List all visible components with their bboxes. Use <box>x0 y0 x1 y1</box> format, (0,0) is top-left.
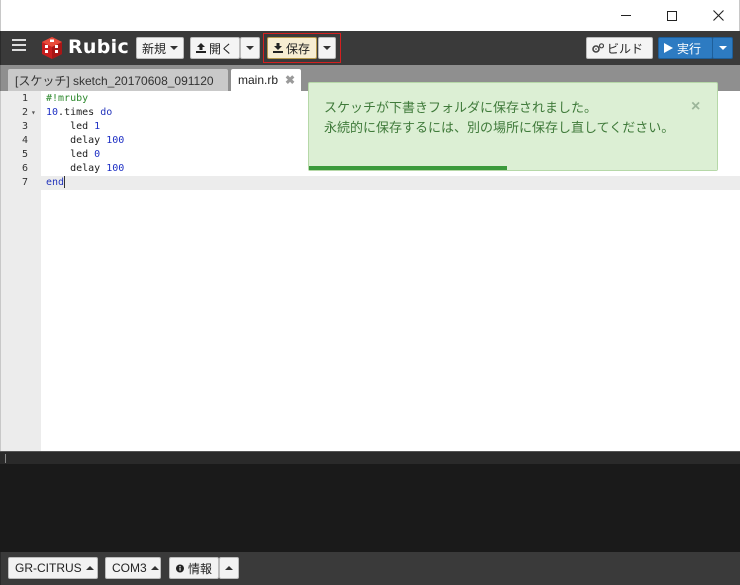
tab-label: main.rb <box>238 73 279 87</box>
chevron-up-icon <box>85 566 94 570</box>
open-dropdown-button[interactable] <box>240 37 260 59</box>
code-token: 100 <box>106 163 125 174</box>
close-notification-icon[interactable]: × <box>691 97 700 117</box>
line-number: 4 <box>21 135 28 146</box>
run-dropdown-button[interactable] <box>712 37 733 59</box>
code-token: 100 <box>106 135 125 146</box>
save-button[interactable]: 保存 <box>267 37 317 59</box>
tab-label: [スケッチ] sketch_20170608_091120 <box>15 73 214 88</box>
build-button-label: ビルド <box>607 41 644 56</box>
minimize-icon <box>621 15 631 16</box>
notification-line: 永続的に保存するには、別の場所に保存し直してください。 <box>324 120 675 135</box>
code-text: #!mruby <box>46 92 88 106</box>
code-token: led <box>46 149 95 160</box>
output-console[interactable] <box>0 464 740 552</box>
code-token: .times <box>58 107 101 118</box>
fold-toggle-icon[interactable]: ▾ <box>31 106 36 120</box>
code-token: do <box>100 107 113 118</box>
chevron-up-icon <box>150 566 159 570</box>
status-bar: GR-CITRUS COM3 情報 <box>0 552 740 585</box>
play-icon <box>664 43 673 53</box>
save-dropdown-button[interactable] <box>318 37 336 59</box>
close-tab-icon[interactable]: ✖ <box>285 73 295 87</box>
line-number: 2 <box>21 107 28 118</box>
app-logo-text: Rubic <box>68 36 130 58</box>
chevron-down-icon <box>170 46 179 50</box>
build-button[interactable]: ビルド <box>586 37 653 59</box>
close-window-button[interactable] <box>695 0 740 31</box>
line-number: 3 <box>21 121 28 132</box>
rubic-logo-icon <box>42 37 62 59</box>
code-text: delay 100 <box>46 162 124 176</box>
line-number: 6 <box>21 163 28 174</box>
line-number: 1 <box>21 93 28 104</box>
code-token: 0 <box>94 149 101 160</box>
notification-text: スケッチが下書きフォルダに保存されました。 永続的に保存するには、別の場所に保存… <box>324 98 684 138</box>
info-label: 情報 <box>187 561 212 576</box>
board-label: GR-CITRUS <box>15 561 82 575</box>
code-line-active: 7 end <box>1 176 740 190</box>
chevron-down-icon <box>323 46 331 50</box>
info-button[interactable]: 情報 <box>169 557 219 579</box>
port-label: COM3 <box>112 561 147 575</box>
code-token: led <box>46 121 95 132</box>
maximize-icon <box>667 10 677 21</box>
run-button-label: 実行 <box>677 41 702 56</box>
board-select-button[interactable]: GR-CITRUS <box>8 557 98 579</box>
maximize-button[interactable] <box>649 0 695 31</box>
save-notification: スケッチが下書きフォルダに保存されました。 永続的に保存するには、別の場所に保存… <box>308 82 718 171</box>
chevron-up-icon <box>225 566 233 570</box>
app-toolbar: Rubic 新規 開く 保存 ビルド 実行 <box>0 31 740 65</box>
window-titlebar <box>0 0 740 31</box>
code-token: 10 <box>46 107 59 118</box>
open-button-label: 開く <box>209 41 234 56</box>
upload-icon <box>196 43 206 53</box>
open-button[interactable]: 開く <box>190 37 240 59</box>
download-icon <box>273 43 283 53</box>
close-icon <box>712 10 724 21</box>
code-token: 1 <box>94 121 101 132</box>
minimize-button[interactable] <box>603 0 649 31</box>
code-token: end <box>46 177 65 188</box>
info-icon <box>176 564 184 572</box>
code-text: delay 100 <box>46 134 124 148</box>
run-button[interactable]: 実行 <box>658 37 713 59</box>
chevron-down-icon <box>246 46 254 50</box>
new-button[interactable]: 新規 <box>136 37 184 59</box>
console-splitter[interactable] <box>0 451 740 464</box>
code-token: #!mruby <box>46 93 89 104</box>
code-text: led 0 <box>46 148 100 162</box>
notification-progress-fill <box>309 166 507 170</box>
code-text: end <box>46 176 66 190</box>
tab-main-rb[interactable]: main.rb ✖ <box>231 69 301 91</box>
code-text: 10.times do <box>46 106 112 120</box>
line-number: 7 <box>21 177 28 188</box>
code-text: led 1 <box>46 120 100 134</box>
line-number: 5 <box>21 149 28 160</box>
text-cursor <box>64 176 66 188</box>
save-button-label: 保存 <box>286 41 311 56</box>
gears-icon <box>592 42 604 53</box>
port-select-button[interactable]: COM3 <box>105 557 161 579</box>
info-dropdown-button[interactable] <box>219 557 239 579</box>
code-token: delay <box>46 135 107 146</box>
notification-progress-bar <box>309 166 717 170</box>
notification-line: スケッチが下書きフォルダに保存されました。 <box>324 100 598 115</box>
tab-sketch[interactable]: [スケッチ] sketch_20170608_091120 <box>8 69 228 91</box>
code-token: delay <box>46 163 107 174</box>
chevron-down-icon <box>719 46 727 50</box>
menu-icon[interactable] <box>12 39 26 53</box>
console-caret <box>5 454 6 463</box>
new-button-label: 新規 <box>142 41 167 56</box>
